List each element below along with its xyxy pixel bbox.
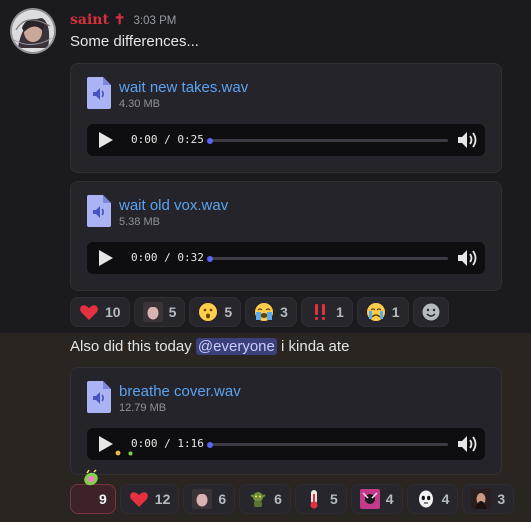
reaction-count: 12 [154,491,171,507]
attachment-filesize: 4.30 MB [119,98,160,110]
loudly-crying-face-icon [255,303,274,321]
volume-icon[interactable] [457,248,479,268]
username[interactable]: saint ✝ [70,12,126,28]
astonished-face-icon [199,303,218,321]
reaction-loudly-crying[interactable]: 3 [245,297,297,327]
reaction-count: 4 [385,491,394,507]
reaction-count: 1 [335,304,344,320]
heart-icon [129,492,148,507]
goblin-icon [250,492,266,507]
reaction-count: 4 [441,491,450,507]
reaction-goblin[interactable]: 6 [239,484,291,514]
everyone-mention[interactable]: @everyone [195,338,277,355]
audio-attachment: wait new takes.wav 4.30 MB 0:00 / 0:25 [70,63,502,173]
face-photo-icon [192,489,213,509]
reaction-count: 9 [99,491,107,507]
reaction-thermometer[interactable]: 5 [294,484,347,514]
username-mark: ✝ [113,12,126,28]
reaction-count: 5 [224,304,233,320]
message-text-part: i kinda ate [281,338,350,355]
confetti-dot [128,451,133,456]
attachment-filename[interactable]: wait old vox.wav [119,197,228,214]
seek-bar[interactable] [207,137,448,144]
reaction-count: 3 [497,491,506,507]
confetti-dot [115,450,121,456]
attachment-filename[interactable]: wait new takes.wav [119,79,248,96]
reactions-bar: 9 12 6 6 5 4 4 3 [70,484,515,514]
audio-file-icon [87,195,111,227]
double-exclamation-icon [314,304,326,321]
custom-emoji-slot [79,489,93,509]
reaction-count: 10 [105,304,121,320]
reaction-photo-dark[interactable]: 3 [462,484,515,514]
message-text: Some differences... [70,33,199,50]
reaction-photo-pink[interactable]: 4 [350,484,403,514]
photo-dark-icon [471,489,492,509]
reaction-mask-face[interactable]: 4 [406,484,459,514]
audio-player: 0:00 / 0:32 [87,242,485,274]
crying-face-icon [366,303,385,321]
volume-icon[interactable] [457,434,479,454]
mask-face-icon [418,490,433,508]
reaction-count: 3 [280,304,288,320]
message-text: Also did this today @everyone i kinda at… [70,338,349,355]
reaction-count: 1 [391,304,400,320]
volume-icon[interactable] [457,130,479,150]
reaction-count: 5 [329,491,338,507]
playback-time: 0:00 / 1:16 [131,437,204,450]
photo-pink-icon [359,489,380,509]
username-text: saint [70,12,109,28]
play-icon[interactable] [95,130,115,150]
playback-time: 0:00 / 0:25 [131,133,204,146]
reaction-heart[interactable]: 10 [70,297,130,327]
timestamp: 3:03 PM [133,15,177,27]
message-1: saint ✝ 3:03 PM Some differences... wait… [0,0,531,333]
audio-attachment: wait old vox.wav 5.38 MB 0:00 / 0:32 [70,181,502,291]
message-2: Also did this today @everyone i kinda at… [0,333,531,522]
reactions-bar: 10 5 5 3 1 1 [70,297,449,327]
seek-thumb[interactable] [207,137,213,144]
reaction-count: 5 [168,304,177,320]
playback-time: 0:00 / 0:32 [131,251,204,264]
reaction-crying[interactable]: 1 [356,297,409,327]
reaction-double-exclamation[interactable]: 1 [300,297,353,327]
seek-thumb[interactable] [207,255,213,262]
audio-player: 0:00 / 0:25 [87,124,485,156]
custom-emoji-icon [84,469,98,486]
heart-icon [80,305,98,320]
attachment-filename[interactable]: breathe cover.wav [119,383,241,400]
attachment-filesize: 12.79 MB [119,402,167,414]
seek-bar[interactable] [207,441,448,448]
reaction-custom-emoji[interactable]: 9 [70,484,116,514]
attachment-filesize: 5.38 MB [119,216,160,228]
add-reaction-button[interactable] [412,297,449,327]
play-icon[interactable] [95,434,115,454]
seek-bar[interactable] [207,255,448,262]
reaction-face-photo[interactable]: 6 [183,484,236,514]
audio-attachment: breathe cover.wav 12.79 MB 0:00 / 1:16 [70,367,502,475]
reaction-count: 6 [218,491,227,507]
user-avatar[interactable] [12,10,54,52]
reaction-astonished[interactable]: 5 [189,297,242,327]
reaction-heart[interactable]: 12 [119,484,180,514]
smiley-add-icon [422,303,440,321]
seek-thumb[interactable] [207,441,213,448]
avatar-image [12,10,54,52]
message-text-part: Also did this today [70,338,192,355]
audio-player: 0:00 / 1:16 [87,428,485,460]
audio-file-icon [87,381,111,413]
reaction-face-photo[interactable]: 5 [133,297,186,327]
reaction-count: 6 [274,491,282,507]
face-photo-icon [142,302,163,322]
audio-file-icon [87,77,111,109]
thermometer-icon [310,490,318,509]
play-icon[interactable] [95,248,115,268]
